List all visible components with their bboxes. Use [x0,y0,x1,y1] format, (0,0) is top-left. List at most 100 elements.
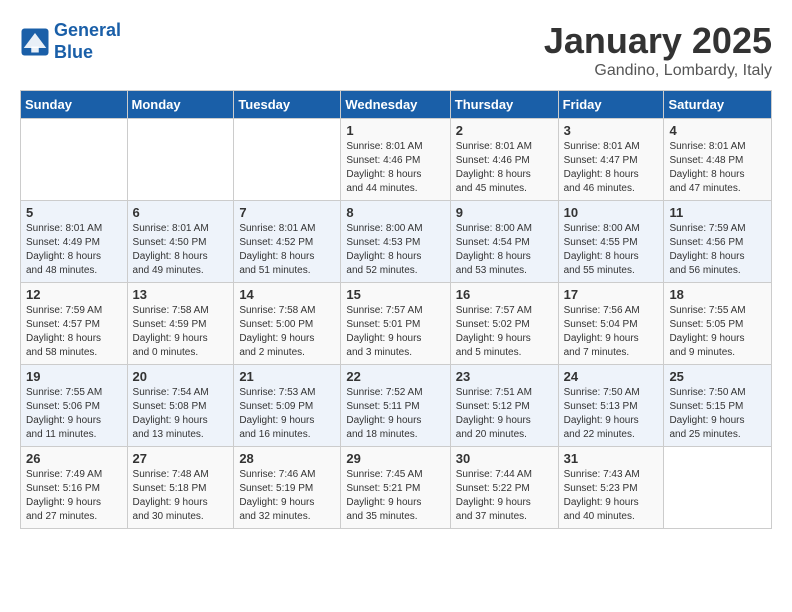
day-info: Sunrise: 7:59 AM Sunset: 4:57 PM Dayligh… [26,304,122,360]
logo: General Blue [20,20,121,63]
calendar-cell: 10 Sunrise: 8:00 AM Sunset: 4:55 PM Dayli… [558,201,664,283]
day-number: 24 [564,369,659,384]
day-info: Sunrise: 8:01 AM Sunset: 4:50 PM Dayligh… [133,222,229,278]
calendar-cell [21,119,128,201]
calendar-cell: 30 Sunrise: 7:44 AM Sunset: 5:22 PM Dayli… [450,447,558,529]
day-info: Sunrise: 7:51 AM Sunset: 5:12 PM Dayligh… [456,386,553,442]
day-number: 4 [669,123,766,138]
day-info: Sunrise: 7:57 AM Sunset: 5:02 PM Dayligh… [456,304,553,360]
day-number: 15 [346,287,444,302]
day-info: Sunrise: 8:01 AM Sunset: 4:49 PM Dayligh… [26,222,122,278]
day-number: 21 [239,369,335,384]
day-number: 18 [669,287,766,302]
day-info: Sunrise: 7:56 AM Sunset: 5:04 PM Dayligh… [564,304,659,360]
week-row-5: 26Sunrise: 7:49 AM Sunset: 5:16 PM Dayli… [21,447,772,529]
calendar-cell: 11 Sunrise: 7:59 AM Sunset: 4:56 PM Dayli… [664,201,772,283]
calendar-cell: 24 Sunrise: 7:50 AM Sunset: 5:13 PM Dayli… [558,365,664,447]
calendar-cell: 25Sunrise: 7:50 AM Sunset: 5:15 PM Dayli… [664,365,772,447]
day-number: 29 [346,451,444,466]
calendar-cell: 20Sunrise: 7:54 AM Sunset: 5:08 PM Dayli… [127,365,234,447]
calendar-cell: 13 Sunrise: 7:58 AM Sunset: 4:59 PM Dayli… [127,283,234,365]
day-info: Sunrise: 7:58 AM Sunset: 4:59 PM Dayligh… [133,304,229,360]
day-info: Sunrise: 8:00 AM Sunset: 4:54 PM Dayligh… [456,222,553,278]
day-number: 7 [239,205,335,220]
calendar-cell: 27Sunrise: 7:48 AM Sunset: 5:18 PM Dayli… [127,447,234,529]
logo-line2: Blue [54,42,93,62]
day-number: 3 [564,123,659,138]
week-row-2: 5 Sunrise: 8:01 AM Sunset: 4:49 PM Daylig… [21,201,772,283]
day-info: Sunrise: 7:50 AM Sunset: 5:15 PM Dayligh… [669,386,766,442]
calendar-cell: 19 Sunrise: 7:55 AM Sunset: 5:06 PM Dayli… [21,365,128,447]
day-number: 12 [26,287,122,302]
day-number: 17 [564,287,659,302]
day-info: Sunrise: 8:01 AM Sunset: 4:52 PM Dayligh… [239,222,335,278]
day-info: Sunrise: 7:59 AM Sunset: 4:56 PM Dayligh… [669,222,766,278]
calendar-cell: 23Sunrise: 7:51 AM Sunset: 5:12 PM Dayli… [450,365,558,447]
calendar-cell: 16 Sunrise: 7:57 AM Sunset: 5:02 PM Dayli… [450,283,558,365]
day-info: Sunrise: 7:55 AM Sunset: 5:06 PM Dayligh… [26,386,122,442]
day-number: 30 [456,451,553,466]
day-info: Sunrise: 8:00 AM Sunset: 4:55 PM Dayligh… [564,222,659,278]
weekday-header-saturday: Saturday [664,91,772,119]
logo-text: General Blue [54,20,121,63]
day-info: Sunrise: 7:44 AM Sunset: 5:22 PM Dayligh… [456,468,553,524]
day-info: Sunrise: 7:58 AM Sunset: 5:00 PM Dayligh… [239,304,335,360]
title-block: January 2025 Gandino, Lombardy, Italy [544,20,772,80]
calendar-cell [234,119,341,201]
calendar-cell [664,447,772,529]
day-number: 16 [456,287,553,302]
weekday-header-tuesday: Tuesday [234,91,341,119]
day-number: 19 [26,369,122,384]
calendar-cell: 5 Sunrise: 8:01 AM Sunset: 4:49 PM Daylig… [21,201,128,283]
day-number: 5 [26,205,122,220]
day-number: 14 [239,287,335,302]
weekday-header-row: SundayMondayTuesdayWednesdayThursdayFrid… [21,91,772,119]
day-info: Sunrise: 7:46 AM Sunset: 5:19 PM Dayligh… [239,468,335,524]
calendar-cell: 29 Sunrise: 7:45 AM Sunset: 5:21 PM Dayli… [341,447,450,529]
day-number: 11 [669,205,766,220]
calendar-cell: 14 Sunrise: 7:58 AM Sunset: 5:00 PM Dayli… [234,283,341,365]
calendar-header: SundayMondayTuesdayWednesdayThursdayFrid… [21,91,772,119]
calendar-body: 1 Sunrise: 8:01 AM Sunset: 4:46 PM Daylig… [21,119,772,529]
location-subtitle: Gandino, Lombardy, Italy [544,62,772,80]
day-info: Sunrise: 7:45 AM Sunset: 5:21 PM Dayligh… [346,468,444,524]
day-info: Sunrise: 8:01 AM Sunset: 4:46 PM Dayligh… [456,140,553,196]
day-number: 13 [133,287,229,302]
calendar-cell [127,119,234,201]
logo-line1: General [54,20,121,40]
day-number: 1 [346,123,444,138]
day-info: Sunrise: 7:53 AM Sunset: 5:09 PM Dayligh… [239,386,335,442]
day-number: 27 [133,451,229,466]
day-number: 8 [346,205,444,220]
week-row-1: 1 Sunrise: 8:01 AM Sunset: 4:46 PM Daylig… [21,119,772,201]
day-info: Sunrise: 7:55 AM Sunset: 5:05 PM Dayligh… [669,304,766,360]
day-info: Sunrise: 7:50 AM Sunset: 5:13 PM Dayligh… [564,386,659,442]
calendar-cell: 18 Sunrise: 7:55 AM Sunset: 5:05 PM Dayli… [664,283,772,365]
calendar-cell: 22Sunrise: 7:52 AM Sunset: 5:11 PM Dayli… [341,365,450,447]
calendar-cell: 12 Sunrise: 7:59 AM Sunset: 4:57 PM Dayli… [21,283,128,365]
calendar-cell: 28 Sunrise: 7:46 AM Sunset: 5:19 PM Dayli… [234,447,341,529]
calendar-cell: 21 Sunrise: 7:53 AM Sunset: 5:09 PM Dayli… [234,365,341,447]
calendar-cell: 7 Sunrise: 8:01 AM Sunset: 4:52 PM Daylig… [234,201,341,283]
day-info: Sunrise: 7:57 AM Sunset: 5:01 PM Dayligh… [346,304,444,360]
calendar-cell: 26Sunrise: 7:49 AM Sunset: 5:16 PM Dayli… [21,447,128,529]
day-number: 6 [133,205,229,220]
day-info: Sunrise: 8:01 AM Sunset: 4:46 PM Dayligh… [346,140,444,196]
calendar-cell: 17 Sunrise: 7:56 AM Sunset: 5:04 PM Dayli… [558,283,664,365]
week-row-3: 12 Sunrise: 7:59 AM Sunset: 4:57 PM Dayli… [21,283,772,365]
weekday-header-sunday: Sunday [21,91,128,119]
day-number: 28 [239,451,335,466]
calendar-cell: 3Sunrise: 8:01 AM Sunset: 4:47 PM Daylig… [558,119,664,201]
day-number: 10 [564,205,659,220]
day-number: 9 [456,205,553,220]
calendar-cell: 2 Sunrise: 8:01 AM Sunset: 4:46 PM Daylig… [450,119,558,201]
calendar-cell: 6 Sunrise: 8:01 AM Sunset: 4:50 PM Daylig… [127,201,234,283]
day-number: 2 [456,123,553,138]
day-number: 22 [346,369,444,384]
day-info: Sunrise: 7:49 AM Sunset: 5:16 PM Dayligh… [26,468,122,524]
calendar-cell: 31Sunrise: 7:43 AM Sunset: 5:23 PM Dayli… [558,447,664,529]
day-number: 20 [133,369,229,384]
day-info: Sunrise: 8:00 AM Sunset: 4:53 PM Dayligh… [346,222,444,278]
weekday-header-monday: Monday [127,91,234,119]
calendar-cell: 1 Sunrise: 8:01 AM Sunset: 4:46 PM Daylig… [341,119,450,201]
